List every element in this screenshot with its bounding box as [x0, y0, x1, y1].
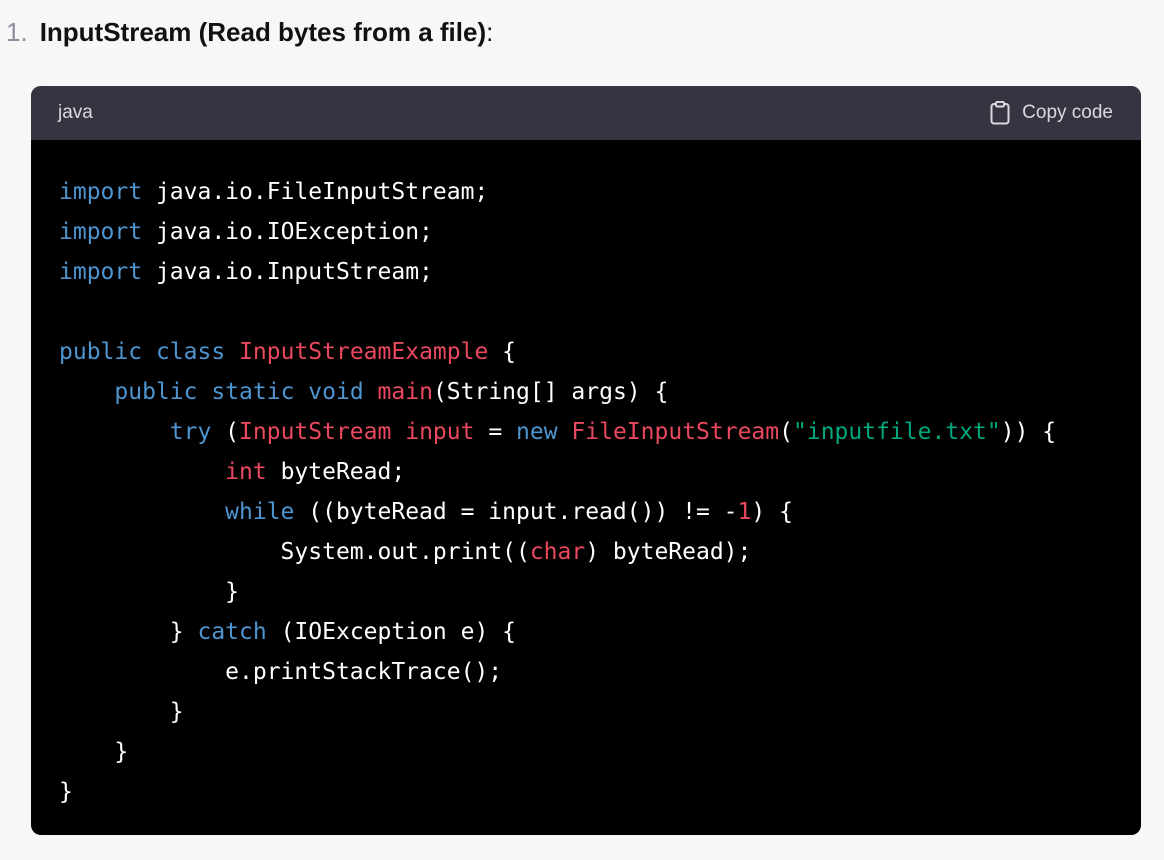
code-line: while ((byteRead = input.read()) != -1) …: [59, 492, 1141, 532]
code-text: =: [474, 419, 517, 445]
code-function-name: FileInputStream: [571, 419, 780, 445]
code-line: }: [59, 572, 1141, 612]
code-keyword: new: [516, 419, 558, 445]
code-text: (: [779, 419, 793, 445]
code-keyword: import: [59, 259, 143, 285]
code-line: public static void main(String[] args) {: [59, 372, 1141, 412]
code-line: import java.io.InputStream;: [59, 252, 1141, 292]
code-line: public class InputStreamExample {: [59, 332, 1141, 372]
code-type: int: [225, 459, 267, 485]
code-body[interactable]: import java.io.FileInputStream; import ja…: [31, 140, 1141, 812]
copy-code-button[interactable]: Copy code: [990, 101, 1113, 125]
code-text: {: [488, 339, 517, 365]
code-keyword: while: [225, 499, 295, 525]
code-keyword: import: [59, 179, 143, 205]
code-text: java.io.FileInputStream;: [142, 179, 489, 205]
code-text: e.printStackTrace();: [59, 659, 503, 685]
copy-code-label: Copy code: [1022, 102, 1113, 123]
code-keyword: class: [155, 339, 226, 365]
code-line: }: [59, 772, 1141, 812]
list-heading: 1. InputStream (Read bytes from a file) …: [0, 10, 493, 54]
code-text: )) {: [1000, 419, 1057, 445]
code-class-name: input: [405, 419, 475, 445]
code-text: (: [211, 419, 240, 445]
code-text: java.io.IOException;: [142, 219, 433, 245]
code-line: int byteRead;: [59, 452, 1141, 492]
list-number: 1.: [6, 16, 28, 47]
heading-colon: :: [486, 16, 494, 47]
code-keyword: public: [59, 339, 143, 365]
code-header: java Copy code: [31, 86, 1141, 140]
code-line: import java.io.FileInputStream;: [59, 172, 1141, 212]
code-class-name: InputStreamExample: [239, 339, 489, 365]
code-text: }: [59, 699, 184, 725]
code-line: e.printStackTrace();: [59, 652, 1141, 692]
code-text: System.out.print((: [59, 539, 530, 565]
code-keyword: void: [308, 379, 364, 405]
code-text: ) {: [751, 499, 793, 525]
code-text: }: [59, 579, 240, 605]
code-text: java.io.InputStream;: [142, 259, 433, 285]
code-block: java Copy code import java.io.FileInputS…: [31, 86, 1141, 835]
clipboard-icon: [990, 101, 1010, 125]
code-line: }: [59, 732, 1141, 772]
code-text: byteRead;: [266, 459, 406, 485]
code-keyword: import: [59, 219, 143, 245]
code-keyword: public: [114, 379, 198, 405]
code-text: ((byteRead = input.read()) != -: [294, 499, 738, 525]
code-function-name: main: [377, 379, 433, 405]
code-line: }: [59, 692, 1141, 732]
heading-title: InputStream (Read bytes from a file): [39, 16, 487, 47]
code-number: 1: [737, 499, 752, 525]
code-text: (String[] args) {: [432, 379, 669, 405]
code-line: import java.io.IOException;: [59, 212, 1141, 252]
code-text: (IOException e) {: [266, 619, 516, 645]
code-keyword: try: [169, 419, 212, 445]
code-line: System.out.print((char) byteRead);: [59, 532, 1141, 572]
code-type: char: [529, 539, 586, 565]
code-text: }: [59, 739, 129, 765]
code-class-name: InputStream: [239, 419, 392, 445]
code-line: } catch (IOException e) {: [59, 612, 1141, 652]
code-text: }: [59, 779, 73, 805]
code-language-label: java: [58, 102, 93, 123]
code-text: }: [59, 619, 198, 645]
code-string: "inputfile.txt": [793, 419, 1001, 445]
code-keyword: catch: [197, 619, 267, 645]
code-text: ) byteRead);: [585, 539, 752, 565]
code-keyword: static: [211, 379, 295, 405]
code-line: try (InputStream input = new FileInputSt…: [59, 412, 1141, 452]
